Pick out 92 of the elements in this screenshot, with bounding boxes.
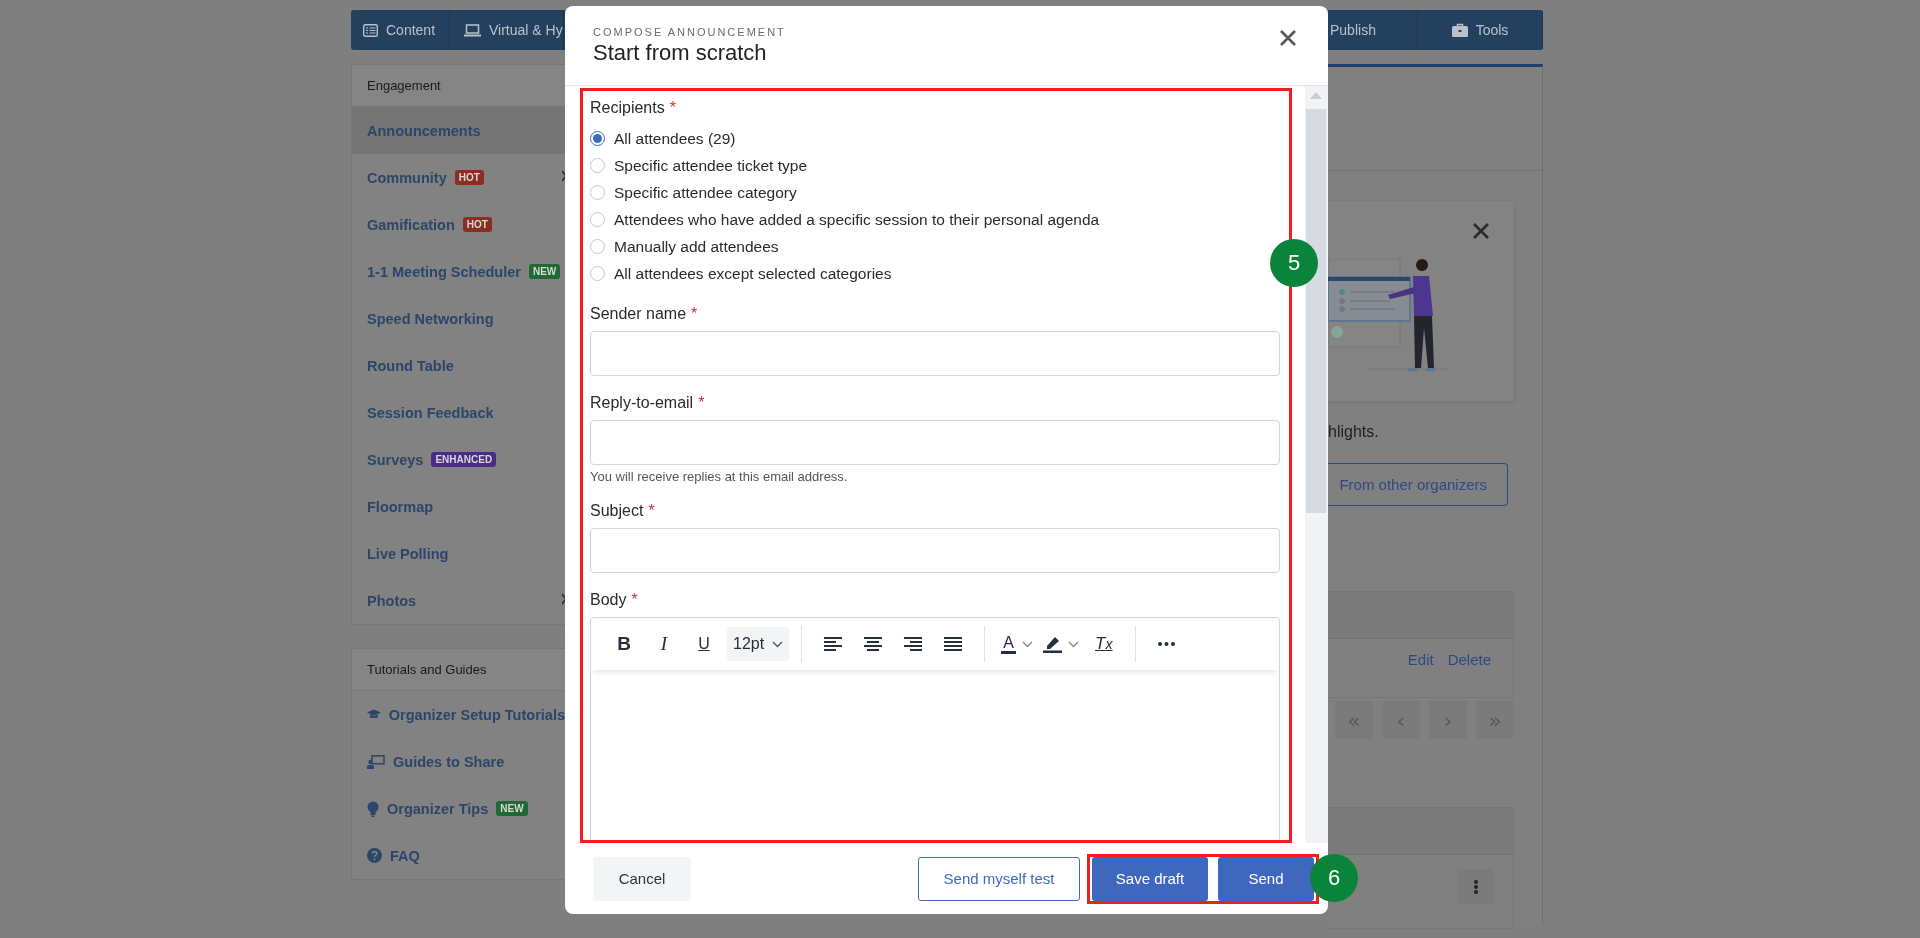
- item-label: Round Table: [367, 357, 454, 374]
- section-title: Tutorials and Guides: [367, 662, 487, 677]
- sidebar-item[interactable]: Floormap: [352, 483, 565, 530]
- more-options-button[interactable]: [1457, 869, 1494, 904]
- align-left-icon: [824, 637, 843, 651]
- text-color-button[interactable]: A: [997, 627, 1037, 661]
- marker-icon: [1042, 635, 1062, 653]
- input-field[interactable]: [590, 331, 1280, 376]
- input-field[interactable]: [590, 420, 1280, 465]
- item-label: FAQ: [390, 847, 420, 864]
- more-icon: [1158, 642, 1176, 646]
- badge: HOT: [462, 217, 492, 232]
- sidebar-item[interactable]: Organizer Tips NEW: [352, 785, 565, 832]
- sidebar-item[interactable]: Speed Networking: [352, 295, 565, 342]
- sidebar-item[interactable]: Photos: [352, 577, 565, 624]
- item-label: Organizer Tips: [387, 800, 489, 817]
- section-title: Engagement: [367, 78, 441, 93]
- item-label: Floormap: [367, 498, 434, 515]
- item-label: Community: [367, 169, 447, 186]
- sidebar-item[interactable]: 1-1 Meeting Scheduler NEW: [352, 248, 565, 295]
- close-icon[interactable]: [1280, 30, 1296, 46]
- badge: HOT: [454, 170, 484, 185]
- radio-label: All attendees except selected categories: [614, 264, 892, 283]
- sidebar-item[interactable]: Round Table: [352, 342, 565, 389]
- badge: NEW: [496, 801, 528, 816]
- nav-tab[interactable]: Tools: [1418, 10, 1543, 50]
- field-label: Reply-to-email *: [590, 394, 706, 412]
- sidebar-item[interactable]: Session Feedback: [352, 389, 565, 436]
- step-marker: 5: [1270, 239, 1318, 287]
- input-field[interactable]: [590, 528, 1280, 573]
- field-label: Recipients *: [590, 99, 677, 117]
- chevron-down-icon: [1067, 640, 1079, 648]
- radio-label: Specific attendee category: [614, 183, 797, 202]
- bold-button[interactable]: B: [605, 627, 643, 661]
- save-draft-button[interactable]: Save draft: [1092, 856, 1208, 901]
- item-label: Gamification: [367, 216, 455, 233]
- list-icon: [363, 23, 378, 37]
- item-label: Speed Networking: [367, 310, 494, 327]
- field-hint: You will receive replies at this email address.: [590, 469, 849, 484]
- nav-tab[interactable]: Content: [351, 10, 450, 50]
- field-label: Subject *: [590, 502, 656, 520]
- sidebar-item[interactable]: Gamification HOT: [352, 201, 565, 248]
- sidebar-item[interactable]: FAQ: [352, 832, 565, 879]
- briefcase-icon: [1451, 23, 1468, 37]
- close-icon[interactable]: [1473, 223, 1489, 239]
- justify-icon: [944, 637, 963, 651]
- modal-title: Start from scratch: [593, 40, 767, 66]
- item-label: Guides to Share: [393, 753, 505, 770]
- promo-text: hlights.: [1328, 423, 1380, 441]
- radio-label: All attendees (29): [614, 129, 736, 148]
- chevron-down-icon: [772, 640, 784, 648]
- nav-tab[interactable]: Virtual & Hy: [450, 10, 564, 50]
- cancel-button[interactable]: Cancel: [593, 856, 691, 901]
- required-mark: *: [648, 502, 655, 519]
- scrollbar[interactable]: [1305, 86, 1328, 843]
- item-label: Announcements: [367, 122, 481, 139]
- radio-label: Specific attendee ticket type: [614, 156, 807, 175]
- sidebar-item[interactable]: Organizer Setup Tutorials: [352, 691, 565, 738]
- font-size-dropdown[interactable]: 12pt: [727, 627, 790, 661]
- required-mark: *: [669, 99, 676, 116]
- item-label: Surveys: [367, 451, 424, 468]
- laptop-icon: [464, 23, 481, 37]
- send-button[interactable]: Send: [1218, 856, 1314, 901]
- item-label: Organizer Setup Tutorials: [388, 706, 565, 723]
- graduation-cap-icon: [367, 708, 381, 721]
- radio-label: Attendees who have added a specific session to their personal agenda: [614, 210, 1100, 229]
- required-mark: *: [691, 305, 698, 322]
- item-label: Session Feedback: [367, 404, 494, 421]
- align-right-icon: [904, 637, 923, 651]
- sidebar-item[interactable]: Surveys ENHANCED: [352, 436, 565, 483]
- radio-label: Manually add attendees: [614, 237, 779, 256]
- field-label: Sender name *: [590, 305, 699, 323]
- kebab-icon: [1473, 879, 1478, 894]
- lightbulb-icon: [367, 800, 379, 817]
- sidebar-item[interactable]: Guides to Share: [352, 738, 565, 785]
- help-icon: [367, 848, 382, 863]
- field-label: Body *: [590, 591, 639, 609]
- chevron-down-icon: [1021, 640, 1033, 648]
- badge: NEW: [528, 264, 561, 279]
- underline-button[interactable]: U: [685, 627, 723, 661]
- test-button[interactable]: Send myself test: [918, 856, 1080, 901]
- sidebar-item[interactable]: Live Polling: [352, 530, 565, 577]
- presenter-board-icon: [367, 754, 385, 769]
- item-label: Live Polling: [367, 545, 449, 562]
- modal-eyebrow: COMPOSE ANNOUNCEMENT: [593, 26, 787, 38]
- item-label: 1-1 Meeting Scheduler: [367, 263, 521, 280]
- align-center-icon: [864, 637, 883, 651]
- item-label: Photos: [367, 592, 417, 609]
- required-mark: *: [631, 591, 638, 608]
- required-mark: *: [698, 394, 705, 411]
- badge: ENHANCED: [431, 452, 497, 467]
- italic-button[interactable]: I: [645, 627, 683, 661]
